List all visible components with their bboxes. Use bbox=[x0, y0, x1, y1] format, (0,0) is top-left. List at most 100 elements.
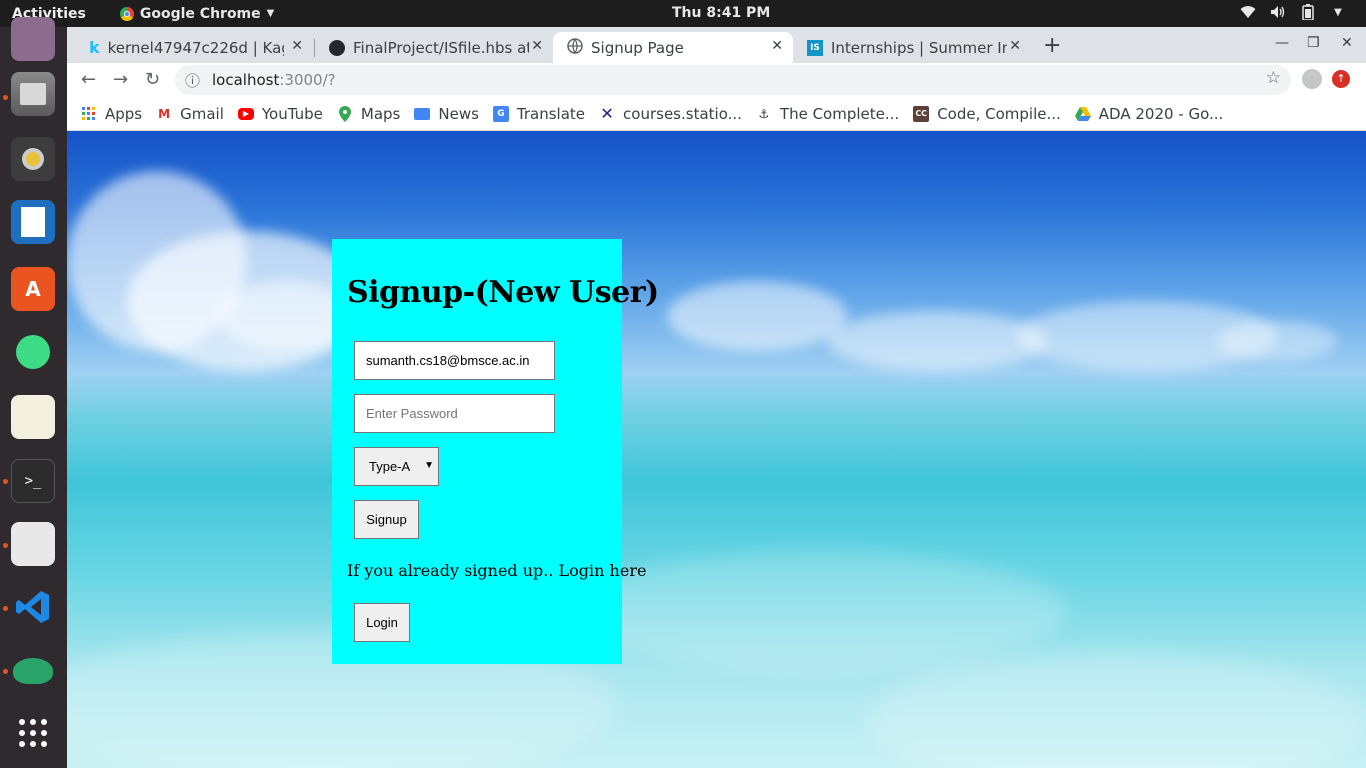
new-tab-plus-icon[interactable]: + bbox=[1043, 33, 1061, 58]
running-indicator bbox=[3, 543, 8, 548]
running-indicator bbox=[3, 95, 8, 100]
bookmarks-bar: Apps M Gmail ▶ YouTube Maps News G Trans… bbox=[67, 97, 1366, 131]
signup-button[interactable]: Signup bbox=[354, 500, 419, 539]
tab-signup-page[interactable]: Signup Page ✕ bbox=[553, 32, 793, 63]
running-indicator bbox=[3, 669, 8, 674]
translate-icon: G bbox=[492, 105, 509, 122]
x-icon: ✕ bbox=[600, 104, 614, 123]
profile-avatar-icon[interactable] bbox=[1302, 69, 1322, 89]
ship-mast-icon: ⚓ bbox=[758, 106, 770, 121]
browser-toolbar: ← → ↻ ⓘ localhost:3000/? ☆ ↑ bbox=[67, 63, 1366, 97]
close-icon[interactable]: ✕ bbox=[771, 38, 783, 54]
wifi-icon[interactable] bbox=[1240, 4, 1256, 20]
bookmark-gmail[interactable]: M Gmail bbox=[156, 105, 224, 123]
close-icon[interactable]: ✕ bbox=[531, 38, 543, 54]
android-studio-icon[interactable] bbox=[11, 330, 55, 374]
forward-arrow-icon[interactable]: → bbox=[113, 69, 128, 90]
ubuntu-dock: A >_ bbox=[0, 17, 67, 768]
bookmark-the-complete[interactable]: ⚓ The Complete... bbox=[756, 104, 900, 123]
close-window-icon[interactable]: ✕ bbox=[1341, 35, 1353, 51]
chevron-down-icon[interactable]: ▼ bbox=[1330, 4, 1346, 20]
login-button[interactable]: Login bbox=[354, 603, 410, 642]
tab-title: kernel47947c226d | Kaggle bbox=[107, 38, 284, 57]
tab-strip: k kernel47947c226d | Kaggle ✕ FinalProje… bbox=[67, 27, 1366, 63]
tab-title: FinalProject/ISfile.hbs at ma bbox=[353, 38, 529, 57]
apps-grid-icon[interactable] bbox=[11, 711, 55, 755]
signup-title: Signup-(New User) bbox=[347, 275, 659, 310]
app-menu[interactable]: Google Chrome ▼ bbox=[119, 5, 275, 22]
text-editor-icon[interactable] bbox=[11, 395, 55, 439]
bookmark-label: YouTube bbox=[261, 104, 323, 123]
user-type-select[interactable]: Type-A ▼ bbox=[354, 447, 439, 486]
back-arrow-icon[interactable]: ← bbox=[81, 69, 96, 90]
bookmark-label: Code, Compile... bbox=[937, 104, 1061, 123]
bookmark-apps[interactable]: Apps bbox=[81, 105, 142, 123]
signup-form: Signup-(New User) Type-A ▼ Signup If you… bbox=[332, 239, 659, 664]
mysql-workbench-icon[interactable] bbox=[11, 649, 55, 693]
bookmark-courses[interactable]: ✕ courses.statio... bbox=[599, 104, 742, 123]
cc-icon: CC bbox=[913, 105, 930, 122]
info-icon[interactable]: ⓘ bbox=[185, 70, 200, 91]
bookmark-label: News bbox=[438, 104, 479, 123]
minimize-icon[interactable]: — bbox=[1275, 35, 1289, 51]
files-icon[interactable] bbox=[11, 72, 55, 116]
tab-kaggle[interactable]: k kernel47947c226d | Kaggle ✕ bbox=[75, 32, 313, 63]
writer-icon[interactable] bbox=[11, 200, 55, 244]
bookmark-label: Maps bbox=[360, 104, 401, 123]
running-indicator bbox=[3, 479, 8, 484]
bookmark-youtube[interactable]: ▶ YouTube bbox=[237, 104, 323, 123]
speaker-icon[interactable] bbox=[11, 137, 55, 181]
terminal-icon[interactable]: >_ bbox=[11, 459, 55, 503]
bookmark-label: Translate bbox=[516, 104, 586, 123]
news-icon bbox=[414, 107, 431, 120]
bookmark-label: Apps bbox=[105, 104, 143, 123]
volume-icon[interactable] bbox=[1270, 4, 1286, 20]
dropdown-arrow-icon: ▼ bbox=[424, 460, 434, 471]
reload-icon[interactable]: ↻ bbox=[145, 69, 160, 90]
address-bar[interactable]: ⓘ localhost:3000/? ☆ bbox=[175, 65, 1291, 95]
github-favicon-icon bbox=[329, 39, 345, 56]
tab-title: Signup Page bbox=[591, 38, 684, 57]
drive-icon bbox=[1074, 106, 1091, 122]
kaggle-favicon-icon: k bbox=[89, 38, 100, 57]
email-field[interactable] bbox=[354, 341, 555, 380]
restore-icon[interactable]: ❐ bbox=[1307, 35, 1320, 51]
system-top-bar: Activities Google Chrome ▼ Thu 8:41 PM ▼ bbox=[0, 0, 1366, 27]
bookmark-news[interactable]: News bbox=[414, 105, 479, 123]
close-icon[interactable]: ✕ bbox=[1009, 38, 1021, 54]
youtube-icon: ▶ bbox=[237, 107, 254, 120]
chrome-icon bbox=[119, 6, 134, 21]
bookmark-translate[interactable]: G Translate bbox=[492, 104, 586, 123]
close-icon[interactable]: ✕ bbox=[291, 38, 303, 54]
url-host: localhost bbox=[212, 71, 280, 89]
gmail-icon: M bbox=[158, 106, 171, 121]
bookmark-code-compile[interactable]: CC Code, Compile... bbox=[913, 105, 1061, 123]
vscode-icon[interactable] bbox=[11, 585, 55, 629]
tab-internshala[interactable]: IS Internships | Summer Inte ✕ bbox=[793, 32, 1031, 63]
sky-ocean-background bbox=[67, 131, 1366, 768]
bookmark-maps[interactable]: Maps bbox=[337, 105, 400, 123]
bookmark-label: The Complete... bbox=[779, 104, 900, 123]
bookmark-label: ADA 2020 - Go... bbox=[1098, 104, 1224, 123]
bookmark-label: courses.statio... bbox=[623, 104, 742, 123]
software-center-icon[interactable]: A bbox=[11, 267, 55, 311]
pdf-viewer-icon[interactable] bbox=[11, 522, 55, 566]
user-type-selected: Type-A bbox=[369, 459, 411, 474]
maps-pin-icon bbox=[337, 105, 353, 122]
tab-title: Internships | Summer Inte bbox=[831, 38, 1007, 57]
battery-icon[interactable] bbox=[1300, 4, 1316, 20]
apps-grid-icon bbox=[81, 106, 97, 122]
system-tray[interactable]: ▼ bbox=[1240, 4, 1346, 20]
chevron-down-icon: ▼ bbox=[266, 8, 275, 19]
login-hint-text: If you already signed up.. Login here bbox=[347, 561, 647, 580]
internshala-favicon-icon: IS bbox=[807, 39, 823, 56]
clock[interactable]: Thu 8:41 PM bbox=[672, 5, 770, 21]
bookmark-star-icon[interactable]: ☆ bbox=[1266, 68, 1281, 88]
password-field[interactable] bbox=[354, 394, 555, 433]
page-viewport: Signup-(New User) Type-A ▼ Signup If you… bbox=[67, 131, 1366, 768]
bookmark-ada-2020[interactable]: ADA 2020 - Go... bbox=[1074, 104, 1224, 123]
app-name: Google Chrome bbox=[139, 5, 261, 22]
mail-icon[interactable] bbox=[11, 17, 55, 61]
update-icon[interactable]: ↑ bbox=[1332, 70, 1350, 88]
tab-github[interactable]: FinalProject/ISfile.hbs at ma ✕ bbox=[315, 32, 553, 63]
